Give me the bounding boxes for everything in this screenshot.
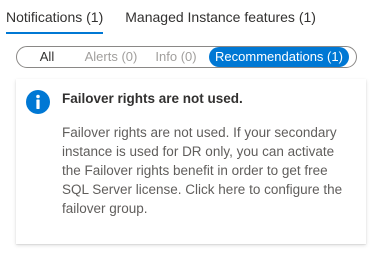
tab-notifications[interactable]: Notifications (1) (6, 0, 104, 36)
tab-managed-instance-features[interactable]: Managed Instance features (1) (125, 0, 316, 36)
notification-title: Failover rights are not used. (62, 91, 243, 106)
notification-filter: All Alerts (0) Info (0) Recommendations … (16, 46, 357, 68)
notification-body[interactable]: Failover rights are not used. If your se… (62, 123, 356, 218)
notification-card[interactable]: Failover rights are not used. Failover r… (16, 79, 366, 244)
info-icon (26, 90, 50, 114)
filter-info-button[interactable]: Info (0) (145, 47, 207, 67)
filter-alerts-button[interactable]: Alerts (0) (77, 47, 145, 67)
filter-recommendations-button[interactable]: Recommendations (1) (209, 47, 349, 67)
tab-bar: Notifications (1) Managed Instance featu… (6, 0, 338, 36)
filter-all-button[interactable]: All (17, 47, 77, 67)
